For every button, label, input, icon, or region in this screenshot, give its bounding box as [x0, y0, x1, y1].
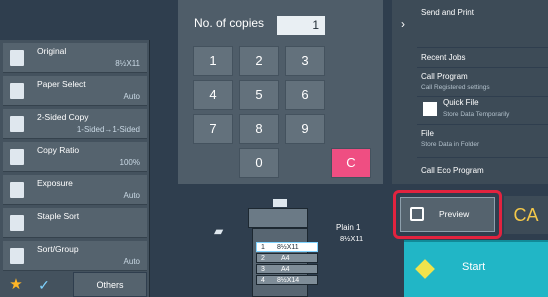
original-icon [10, 50, 24, 66]
paper-icon [10, 83, 24, 99]
menu-sublabel: Store Data Temporarily [443, 111, 510, 118]
quick-file-checkbox[interactable] [423, 102, 437, 116]
setting-label: Original [37, 46, 67, 56]
tray-size: 8½X11 [277, 244, 299, 251]
key-2[interactable]: 2 [239, 46, 279, 76]
menu-label: Send and Print [421, 8, 474, 17]
keypad-panel: No. of copies 1 1 2 3 4 5 6 7 8 9 0 C [178, 0, 383, 184]
start-icon [415, 259, 435, 279]
setting-2-sided-copy[interactable]: 2-Sided Copy 1-Sided→1-Sided [3, 109, 147, 139]
start-label: Start [462, 261, 486, 273]
setting-value: 100% [119, 158, 140, 167]
menu-file[interactable]: File Store Data in Folder [417, 125, 548, 158]
others-button[interactable]: Others [73, 272, 147, 297]
menu-call-program[interactable]: Call Program Call Registered settings [417, 68, 548, 97]
bypass-paper-size: 8½X11 [340, 234, 364, 243]
setting-label: 2-Sided Copy [37, 112, 89, 122]
machine-scanner [248, 199, 308, 228]
tray-number: 1 [261, 244, 265, 251]
tray-size: A4 [281, 255, 290, 262]
menu-sublabel: Store Data in Folder [421, 141, 480, 148]
setting-label: Sort/Group [37, 244, 79, 254]
tray-number: 4 [261, 277, 265, 284]
machine-illustration: ▰ 1 8½X11 2 A4 3 A4 4 8½X14 Plain 1 8½X1… [198, 188, 388, 297]
menu-send-and-print[interactable]: Send and Print [417, 8, 548, 48]
bypass-paper-type: Plain 1 [336, 223, 361, 232]
setting-label: Exposure [37, 178, 73, 188]
copy-screen: Original 8½X11 Paper Select Auto 2-Sided… [0, 0, 548, 297]
setting-sort-group[interactable]: Sort/Group Auto [3, 241, 147, 271]
key-6[interactable]: 6 [285, 80, 325, 110]
menu-label: Call Eco Program [421, 166, 484, 175]
menu-sublabel: Call Registered settings [421, 84, 490, 91]
menu-label: File [421, 129, 434, 138]
bottom-bar: ★ ✓ Others [3, 272, 147, 297]
staple-icon [10, 215, 24, 231]
menu-label: Recent Jobs [421, 53, 466, 62]
setting-value: Auto [123, 92, 140, 101]
key-4[interactable]: 4 [193, 80, 233, 110]
settings-panel: Original 8½X11 Paper Select Auto 2-Sided… [0, 40, 150, 297]
setting-staple-sort[interactable]: Staple Sort [3, 208, 147, 238]
key-8[interactable]: 8 [239, 114, 279, 144]
star-icon[interactable]: ★ [7, 276, 25, 294]
key-7[interactable]: 7 [193, 114, 233, 144]
menu-label: Call Program [421, 72, 468, 81]
chevron-right-icon[interactable]: › [392, 0, 414, 48]
right-menu: › Send and Print Recent Jobs Call Progra… [392, 0, 548, 184]
setting-value: Auto [123, 257, 140, 266]
exposure-icon [10, 182, 24, 198]
tray-2[interactable]: 2 A4 [256, 253, 318, 263]
copies-label: No. of copies [194, 16, 265, 30]
start-button[interactable]: Start [404, 240, 548, 297]
menu-quick-file[interactable]: Quick File Store Data Temporarily [417, 97, 548, 125]
setting-exposure[interactable]: Exposure Auto [3, 175, 147, 205]
setting-label: Copy Ratio [37, 145, 80, 155]
setting-label: Staple Sort [37, 211, 80, 221]
key-1[interactable]: 1 [193, 46, 233, 76]
tray-3[interactable]: 3 A4 [256, 264, 318, 274]
clear-all-button[interactable]: CA [504, 196, 548, 234]
tray-4[interactable]: 4 8½X14 [256, 275, 318, 285]
tray-size: A4 [281, 266, 290, 273]
preview-icon [410, 207, 424, 221]
key-9[interactable]: 9 [285, 114, 325, 144]
menu-call-eco-program[interactable]: Call Eco Program [417, 158, 548, 182]
tray-size: 8½X14 [277, 277, 300, 284]
tray-number: 3 [261, 266, 265, 273]
ratio-icon [10, 149, 24, 165]
output-paper-icon: ▰ [214, 224, 224, 238]
key-0[interactable]: 0 [239, 148, 279, 178]
key-5[interactable]: 5 [239, 80, 279, 110]
setting-original[interactable]: Original 8½X11 [3, 43, 147, 73]
menu-recent-jobs[interactable]: Recent Jobs [417, 48, 548, 68]
setting-copy-ratio[interactable]: Copy Ratio 100% [3, 142, 147, 172]
copies-field[interactable]: 1 [277, 16, 325, 35]
menu-label: Quick File [443, 98, 479, 107]
clear-button[interactable]: C [331, 148, 371, 178]
key-3[interactable]: 3 [285, 46, 325, 76]
setting-paper-select[interactable]: Paper Select Auto [3, 76, 147, 106]
setting-label: Paper Select [37, 79, 86, 89]
preview-label: Preview [439, 209, 470, 219]
check-icon[interactable]: ✓ [35, 276, 53, 294]
sort-icon [10, 248, 24, 264]
tray-number: 2 [261, 255, 265, 262]
duplex-icon [10, 116, 24, 132]
tray-1[interactable]: 1 8½X11 [256, 242, 318, 252]
preview-button[interactable]: Preview [400, 197, 495, 232]
setting-value: 1-Sided→1-Sided [76, 125, 140, 134]
setting-value: 8½X11 [115, 59, 140, 68]
setting-value: Auto [123, 191, 140, 200]
